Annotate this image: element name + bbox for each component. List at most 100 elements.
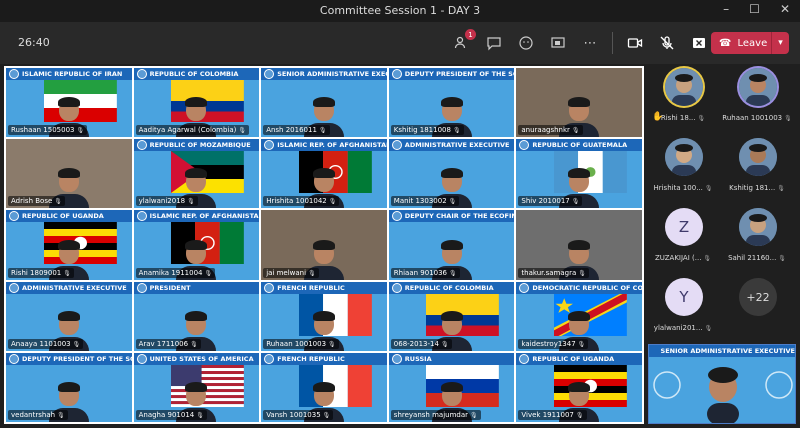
- mic-icon: 🎙: [190, 340, 198, 348]
- mic-icon: 🎙: [571, 198, 580, 206]
- video-tile[interactable]: REPUBLIC OF GUATEMALA Shiv 2010017 🎙: [516, 139, 642, 209]
- share-icon[interactable]: [548, 33, 568, 53]
- participant-name-label: Rushaan 1505003 🎙: [8, 125, 88, 136]
- participant-name: Kshitig 181... 🎙: [729, 184, 785, 192]
- more-participants-button[interactable]: +22: [722, 276, 792, 340]
- tile-banner: FRENCH REPUBLIC: [261, 352, 387, 365]
- meeting-timer: 26:40: [18, 36, 50, 49]
- video-tile[interactable]: REPUBLIC OF COLOMBIA Aaditya Agarwal (Col…: [133, 68, 260, 138]
- participant-avatar-cell[interactable]: Kshitig 181... 🎙: [722, 136, 792, 200]
- mic-icon: 🎙: [578, 269, 586, 277]
- video-tile[interactable]: ADMINISTRATIVE EXECUTIVE Anaaya 1101003 🎙: [6, 281, 132, 351]
- participant-name-label: anuraagshnkr 🎙: [518, 125, 583, 136]
- video-tile[interactable]: jai melwani 🎙: [261, 210, 387, 280]
- mic-icon: 🎙: [196, 411, 204, 419]
- participant-avatar-cell[interactable]: Z ZUZAKIJAI (... 🎙: [648, 206, 718, 270]
- tile-banner: UNITED STATES OF AMERICA: [133, 352, 260, 365]
- self-video: [653, 367, 793, 423]
- participant-avatar-cell[interactable]: Ruhaan 1001003 🎙: [722, 66, 792, 130]
- tile-banner: DEPUTY PRESIDENT OF THE SC: [388, 68, 515, 80]
- un-emblem-icon: [264, 353, 275, 364]
- participant-name: ylalwani201... 🎙: [653, 324, 713, 332]
- participant-name-label: Rhiaan 901036 🎙: [390, 267, 460, 278]
- avatar: [739, 138, 777, 176]
- participant-name-label: Ruhaan 1001003 🎙: [263, 338, 339, 349]
- video-tile[interactable]: UNITED STATES OF AMERICA Anagha 901014 🎙: [133, 352, 260, 422]
- tile-banner: DEPUTY PRESIDENT OF THE SC: [6, 352, 132, 365]
- mic-icon: 🎙: [328, 340, 336, 348]
- video-tile[interactable]: SENIOR ADMINISTRATIVE EXECUTIVE Ansh 2016…: [261, 68, 387, 138]
- participant-name-label: vedantrshah 🎙: [8, 409, 68, 420]
- avatar: [665, 138, 703, 176]
- un-emblem-icon: [391, 282, 402, 293]
- mic-icon: 🎙: [452, 127, 461, 135]
- chat-icon[interactable]: [484, 33, 504, 53]
- video-tile[interactable]: ISLAMIC REPUBLIC OF IRAN Rushaan 1505003 🎙: [6, 68, 132, 138]
- participant-avatar-cell[interactable]: Sahil 21160... 🎙: [722, 206, 792, 270]
- un-emblem-icon: [391, 140, 402, 151]
- mic-icon: 🎙: [63, 269, 71, 277]
- video-tile[interactable]: ADMINISTRATIVE EXECUTIVE Manit 1303002 🎙: [388, 139, 515, 209]
- mic-off-icon: 🎙: [703, 255, 712, 262]
- participant-name-label: Ansh 2016011 🎙: [263, 125, 330, 136]
- video-tile[interactable]: REPUBLIC OF UGANDA Vivek 1911007 🎙: [516, 352, 642, 422]
- maximize-icon[interactable]: ☐: [749, 2, 760, 16]
- more-icon[interactable]: ⋯: [580, 33, 600, 53]
- participant-name: ZUZAKIJAI (... 🎙: [654, 254, 712, 262]
- participant-avatar-cell[interactable]: Hrishita 100... 🎙: [648, 136, 718, 200]
- close-icon[interactable]: ✕: [780, 2, 790, 16]
- mic-off-icon[interactable]: [657, 33, 677, 53]
- participant-name-label: Kshitig 1811008 🎙: [390, 125, 464, 136]
- video-tile[interactable]: FRENCH REPUBLIC Ruhaan 1001003 🎙: [261, 281, 387, 351]
- camera-icon[interactable]: [625, 33, 645, 53]
- avatar: [739, 68, 777, 106]
- mic-off-icon: 🎙: [697, 115, 706, 122]
- video-tile[interactable]: REPUBLIC OF MOZAMBIQUE ylalwani2018 🎙: [133, 139, 260, 209]
- video-tile[interactable]: DEPUTY PRESIDENT OF THE SC vedantrshah 🎙: [6, 352, 132, 422]
- video-tile[interactable]: thakur.samagra 🎙: [516, 210, 642, 280]
- un-emblem-icon: [391, 69, 402, 79]
- participant-name-label: 068-2013-14 🎙: [390, 338, 452, 349]
- participant-name-label: thakur.samagra 🎙: [518, 267, 589, 278]
- un-emblem-icon: [519, 282, 530, 293]
- video-tile[interactable]: ISLAMIC REP. OF AFGHANISTAN Anamika 19110…: [133, 210, 260, 280]
- participants-badge: 1: [465, 29, 476, 40]
- react-icon[interactable]: [516, 33, 536, 53]
- tile-banner: DEMOCRATIC REPUBLIC OF CONGO: [516, 281, 642, 294]
- video-tile[interactable]: anuraagshnkr 🎙: [516, 68, 642, 138]
- video-tile[interactable]: RUSSIA shreyansh majumdar 🎙: [388, 352, 515, 422]
- participant-name-label: Anagha 901014 🎙: [135, 409, 207, 420]
- video-tile[interactable]: ISLAMIC REP. OF AFGHANISTAN Hrishita 1001…: [261, 139, 387, 209]
- video-tile[interactable]: REPUBLIC OF COLOMBIA 068-2013-14 🎙: [388, 281, 515, 351]
- tile-banner: ISLAMIC REP. OF AFGHANISTAN: [133, 210, 260, 223]
- mic-off-icon: 🎙: [704, 185, 713, 192]
- minimize-icon[interactable]: –: [723, 2, 729, 16]
- self-view[interactable]: SENIOR ADMINISTRATIVE EXECUTIVE: [648, 344, 796, 424]
- people-icon[interactable]: 1: [452, 29, 476, 53]
- mic-icon: 🎙: [322, 411, 331, 419]
- participant-avatar-cell[interactable]: Rishi 18... 🎙 ✋: [648, 66, 718, 130]
- video-grid: ISLAMIC REPUBLIC OF IRAN Rushaan 1505003 🎙…: [4, 66, 644, 424]
- window-controls: – ☐ ✕: [723, 2, 790, 16]
- tile-banner: REPUBLIC OF UGANDA: [6, 210, 132, 223]
- video-tile[interactable]: DEMOCRATIC REPUBLIC OF CONGO kaidestroy13…: [516, 281, 642, 351]
- participant-avatar-cell[interactable]: Yylalwani201... 🎙: [648, 276, 718, 340]
- video-tile[interactable]: DEPUTY CHAIR OF THE ECOFIN Rhiaan 901036 🎙: [388, 210, 515, 280]
- leave-button[interactable]: ☎ Leave ▾: [711, 32, 789, 54]
- phone-icon: ☎: [719, 37, 732, 49]
- raised-hand-icon: ✋: [652, 112, 664, 122]
- participant-name-label: Anaaya 1101003 🎙: [8, 338, 84, 349]
- video-tile[interactable]: REPUBLIC OF UGANDA Rishi 1809001 🎙: [6, 210, 132, 280]
- mic-icon: 🎙: [318, 127, 327, 135]
- tile-banner: ISLAMIC REPUBLIC OF IRAN: [6, 68, 132, 80]
- video-tile[interactable]: FRENCH REPUBLIC Vansh 1001035 🎙: [261, 352, 387, 422]
- participant-name-label: shreyansh majumdar 🎙: [390, 409, 481, 420]
- video-tile[interactable]: Adrish Bose 🎙: [6, 139, 132, 209]
- more-count: +22: [739, 278, 777, 316]
- chevron-down-icon[interactable]: ▾: [771, 32, 789, 54]
- share-tray-icon[interactable]: [689, 33, 709, 53]
- mic-icon: 🎙: [571, 127, 580, 135]
- video-tile[interactable]: PRESIDENT Arav 1711006 🎙: [133, 281, 260, 351]
- tile-banner: DEPUTY CHAIR OF THE ECOFIN: [388, 210, 515, 223]
- video-tile[interactable]: DEPUTY PRESIDENT OF THE SC Kshitig 181100…: [388, 68, 515, 138]
